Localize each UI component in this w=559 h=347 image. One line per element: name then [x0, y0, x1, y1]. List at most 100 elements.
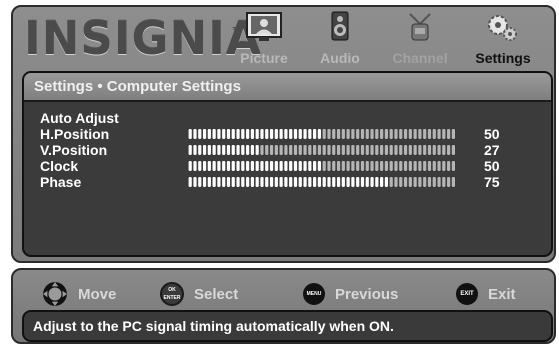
slider-segment-empty [427, 145, 432, 155]
slider-segment-filled [246, 161, 250, 171]
slider-segment-filled [202, 177, 207, 187]
slider-segment-filled [346, 177, 350, 187]
phase-slider[interactable] [188, 177, 456, 187]
slider-segment-empty [437, 145, 441, 155]
slider-segment-empty [427, 177, 432, 187]
slider-segment-empty [418, 145, 422, 155]
slider-segment-empty [408, 129, 412, 139]
tab-picture[interactable]: Picture [229, 10, 299, 72]
slider-segment-empty [399, 177, 403, 187]
menu-item-label: Clock [40, 158, 79, 174]
menu-item-h-position[interactable]: H.Position 50 [40, 126, 540, 142]
slider-segment-empty [327, 129, 331, 139]
slider-segment-filled [298, 129, 302, 139]
slider-segment-filled [384, 177, 388, 187]
slider-segment-filled [284, 177, 288, 187]
slider-segment-filled [332, 177, 336, 187]
slider-segment-filled [198, 177, 202, 187]
slider-segment-empty [423, 129, 427, 139]
slider-segment-empty [408, 161, 412, 171]
panel-title: Settings • Computer Settings [24, 73, 551, 102]
tab-settings[interactable]: Settings [468, 10, 538, 72]
menu-item-label: Phase [40, 174, 82, 190]
slider-segment-empty [370, 145, 374, 155]
slider-segment-filled [246, 145, 250, 155]
slider-segment-empty [389, 177, 393, 187]
slider-segment-empty [313, 145, 317, 155]
slider-segment-filled [260, 177, 264, 187]
slider-segment-empty [437, 177, 441, 187]
slider-segment-filled [284, 129, 288, 139]
slider-segment-filled [188, 161, 192, 171]
slider-segment-empty [303, 145, 307, 155]
clock-value: 50 [484, 158, 500, 174]
slider-segment-filled [193, 129, 197, 139]
slider-segment-empty [451, 161, 455, 171]
hint-move: Move [42, 280, 116, 308]
menu-item-v-position[interactable]: V.Position 27 [40, 142, 540, 158]
slider-segment-empty [399, 129, 403, 139]
slider-segment-filled [303, 177, 307, 187]
slider-segment-filled [250, 177, 254, 187]
menu-item-phase[interactable]: Phase 75 [40, 174, 540, 190]
slider-segment-empty [322, 129, 326, 139]
slider-segment-filled [255, 129, 259, 139]
slider-segment-empty [403, 145, 408, 155]
slider-segment-filled [356, 177, 360, 187]
settings-icon [488, 15, 517, 41]
slider-segment-filled [308, 161, 312, 171]
slider-segment-empty [327, 145, 331, 155]
h-position-slider[interactable] [188, 129, 456, 139]
slider-segment-filled [298, 177, 302, 187]
menu-item-auto-adjust[interactable]: Auto Adjust [40, 110, 540, 126]
slider-segment-empty [432, 129, 436, 139]
slider-segment-filled [255, 161, 259, 171]
slider-segment-filled [250, 161, 254, 171]
menu-item-label: Auto Adjust [40, 110, 119, 126]
slider-segment-filled [265, 161, 269, 171]
phase-value: 75 [484, 174, 500, 190]
ok-enter-button-icon: OK ENTER [160, 282, 184, 306]
slider-segment-filled [231, 161, 235, 171]
menu-item-label: V.Position [40, 142, 108, 158]
slider-segment-filled [279, 177, 283, 187]
slider-segment-filled [212, 161, 216, 171]
slider-segment-filled [193, 177, 197, 187]
tab-channel[interactable]: Channel [385, 10, 455, 72]
slider-segment-empty [451, 177, 455, 187]
slider-segment-empty [427, 129, 432, 139]
tab-settings-label: Settings [475, 50, 531, 66]
slider-segment-filled [289, 161, 293, 171]
slider-segment-filled [188, 145, 192, 155]
slider-segment-empty [360, 161, 365, 171]
slider-segment-filled [317, 129, 321, 139]
slider-segment-filled [198, 145, 202, 155]
clock-slider[interactable] [188, 161, 456, 171]
slider-segment-empty [423, 145, 427, 155]
slider-segment-filled [250, 145, 254, 155]
slider-segment-filled [241, 129, 245, 139]
menu-item-clock[interactable]: Clock 50 [40, 158, 540, 174]
slider-segment-filled [236, 177, 240, 187]
slider-segment-filled [207, 145, 211, 155]
slider-segment-filled [365, 177, 369, 187]
slider-segment-filled [341, 177, 345, 187]
slider-segment-empty [408, 177, 412, 187]
slider-segment-empty [322, 161, 326, 171]
slider-segment-filled [293, 129, 298, 139]
tab-audio[interactable]: Audio [305, 10, 375, 72]
slider-segment-empty [447, 177, 451, 187]
slider-segment-empty [351, 129, 355, 139]
status-message: Adjust to the PC signal timing automatic… [22, 310, 553, 342]
slider-segment-empty [447, 145, 451, 155]
slider-segment-filled [289, 177, 293, 187]
menu-button-icon: MENU [303, 283, 325, 305]
slider-segment-empty [432, 161, 436, 171]
slider-segment-filled [226, 161, 231, 171]
v-position-slider[interactable] [188, 145, 456, 155]
slider-segment-empty [389, 129, 393, 139]
slider-segment-filled [308, 177, 312, 187]
slider-segment-filled [217, 129, 221, 139]
v-position-value: 27 [484, 142, 500, 158]
slider-segment-empty [423, 161, 427, 171]
